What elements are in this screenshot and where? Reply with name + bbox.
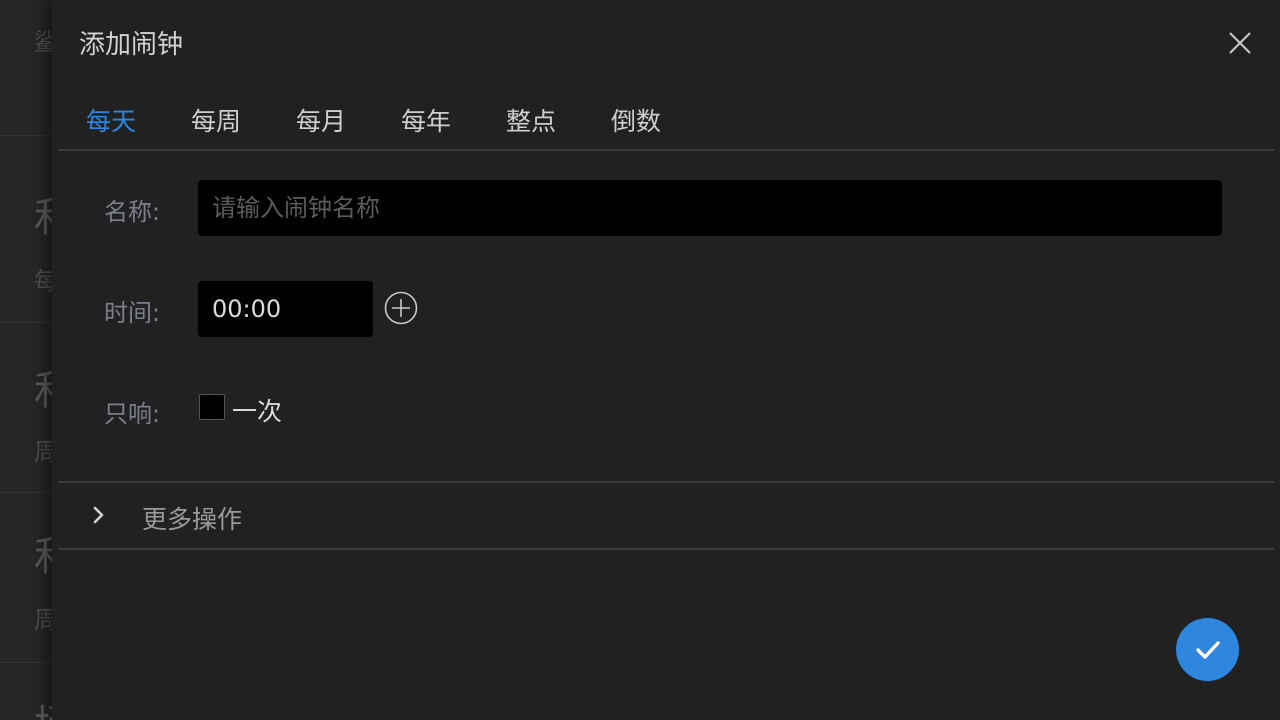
add-alarm-dialog: 添加闹钟 每天 每周 每月 每年 整点 倒数 名称: 时间: 00:00 只响:… bbox=[52, 0, 1280, 720]
more-actions-label: 更多操作 bbox=[142, 505, 243, 534]
background-item-subtitle: 周 bbox=[34, 606, 52, 634]
background-item-title: 和 bbox=[34, 358, 52, 416]
more-actions-toggle[interactable]: 更多操作 bbox=[58, 484, 1274, 548]
tab-countdown[interactable]: 倒数 bbox=[611, 102, 661, 138]
close-icon[interactable] bbox=[1227, 30, 1253, 56]
tab-on-the-hour[interactable]: 整点 bbox=[506, 102, 556, 138]
name-label: 名称: bbox=[104, 198, 161, 226]
chevron-right-icon bbox=[88, 504, 110, 526]
divider bbox=[58, 481, 1274, 483]
time-label: 时间: bbox=[104, 299, 161, 327]
ring-once-label: 只响: bbox=[104, 400, 161, 428]
background-list-item: 和 每 bbox=[0, 135, 52, 323]
alarm-name-input[interactable] bbox=[198, 180, 1222, 236]
ring-once-option[interactable]: 一次 bbox=[232, 392, 282, 428]
background-item-subtitle: 每 bbox=[34, 267, 52, 295]
tab-monthly[interactable]: 每月 bbox=[296, 102, 346, 138]
background-item-title: 和 bbox=[34, 185, 52, 243]
background-item-title: 和 bbox=[34, 524, 52, 582]
ring-once-checkbox[interactable] bbox=[199, 394, 225, 420]
background-list-item bbox=[0, 0, 52, 136]
time-field[interactable]: 00:00 bbox=[198, 281, 373, 337]
dialog-title: 添加闹钟 bbox=[79, 30, 184, 60]
tab-yearly[interactable]: 每年 bbox=[401, 102, 451, 138]
plus-circle-icon[interactable] bbox=[384, 291, 418, 325]
background-item-subtitle: 周 bbox=[34, 438, 52, 466]
tab-weekly[interactable]: 每周 bbox=[191, 102, 241, 138]
divider bbox=[58, 548, 1274, 550]
background-list: 鲨 和 每 和 周 和 周 场 bbox=[0, 0, 52, 720]
background-list-item: 和 周 bbox=[0, 322, 52, 493]
tab-daily[interactable]: 每天 bbox=[86, 102, 136, 138]
confirm-button[interactable] bbox=[1176, 618, 1239, 681]
background-list-item: 和 周 bbox=[0, 492, 52, 663]
repeat-tabs: 每天 每周 每月 每年 整点 倒数 bbox=[58, 94, 1274, 151]
background-item-title: 场 bbox=[34, 692, 52, 720]
check-icon bbox=[1195, 640, 1220, 659]
background-list-item: 场 bbox=[0, 662, 52, 720]
